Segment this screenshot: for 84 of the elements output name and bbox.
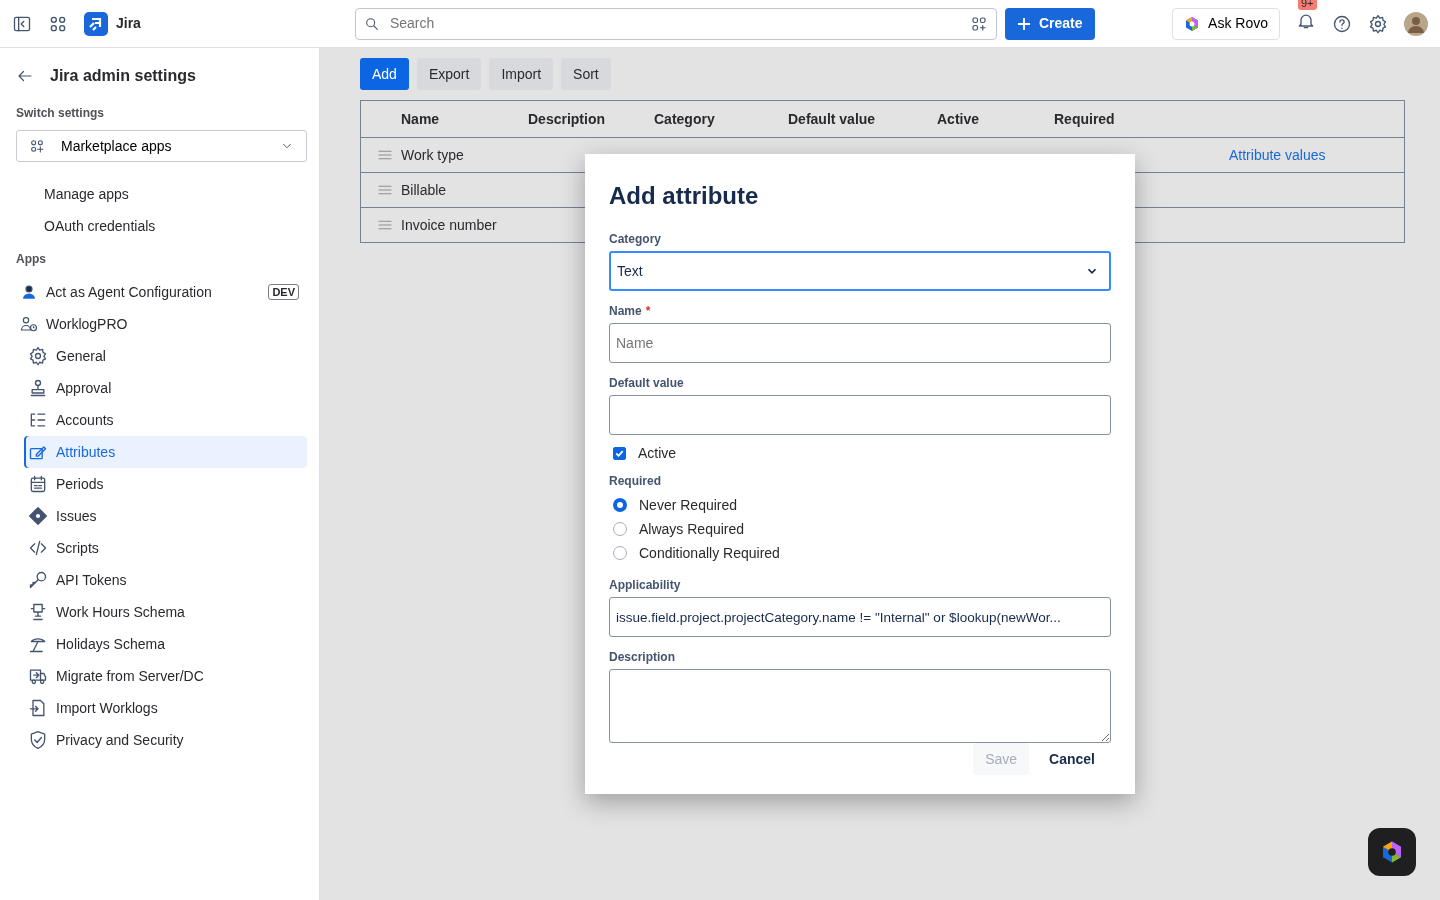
shield-check-icon (28, 730, 48, 750)
section-label: Apps (16, 251, 47, 268)
help-icon[interactable] (1332, 13, 1352, 34)
users-clock-icon (20, 315, 38, 333)
agent-icon (20, 283, 38, 301)
field-label: Required (609, 473, 662, 490)
field-label: Applicability (609, 577, 682, 594)
product-name[interactable]: Jira (116, 13, 141, 34)
table-cell-text: Work type (401, 145, 465, 165)
desk-icon (28, 602, 48, 622)
filter-grid-icon (969, 14, 988, 33)
radio-label: Conditionally Required (639, 543, 780, 563)
field-label: Default value (609, 375, 685, 392)
diamond-icon (28, 506, 48, 526)
create-button[interactable]: Create (1004, 7, 1095, 40)
settings-dropdown[interactable]: Marketplace apps (16, 130, 307, 162)
toolbar-button[interactable]: Add (360, 58, 409, 90)
field-label: Category (609, 231, 662, 248)
applicability-input[interactable]: issue.field.project.projectCategory.name != "Internal" or $lookup(newWor... (609, 597, 1111, 637)
sidebar-item[interactable]: Scripts (24, 532, 307, 564)
search-icon (363, 15, 380, 32)
gear-icon (28, 346, 48, 366)
radio-button[interactable] (613, 522, 627, 536)
cancel-button[interactable]: Cancel (1037, 743, 1107, 775)
calendar-icon (28, 474, 48, 494)
settings-icon[interactable] (1368, 13, 1388, 34)
field-label: Name (609, 303, 642, 320)
sidebar-item[interactable]: Attributes (24, 436, 307, 468)
column-header: Active (937, 109, 981, 129)
default-value-input[interactable] (609, 395, 1111, 435)
stamp-icon (28, 378, 48, 398)
category-select[interactable]: Text (609, 251, 1111, 291)
sidebar-item[interactable]: Act as Agent Configuration DEV (16, 276, 307, 308)
plus-icon (1016, 16, 1031, 31)
file-import-icon (28, 698, 48, 718)
sidebar-item[interactable]: API Tokens (24, 564, 307, 596)
apps-icon (29, 138, 45, 154)
required-asterisk: * (645, 303, 651, 320)
attribute-values-link[interactable]: Attribute values (1229, 144, 1404, 166)
toolbar-button[interactable]: Import (489, 58, 554, 90)
sidebar-item[interactable]: Migrate from Server/DC (24, 660, 307, 692)
key-icon (28, 570, 48, 590)
sidebar-item[interactable]: Holidays Schema (24, 628, 307, 660)
sidebar-item[interactable]: Privacy and Security (24, 724, 307, 756)
sidebar-item[interactable]: Issues (24, 500, 307, 532)
radio-label: Never Required (639, 495, 738, 515)
column-header: Default value (788, 109, 877, 129)
dev-badge: DEV (268, 284, 299, 300)
sidebar-item[interactable]: Import Worklogs (24, 692, 307, 724)
sidebar-item[interactable]: Work Hours Schema (24, 596, 307, 628)
name-input[interactable]: Name (609, 323, 1111, 363)
rovo-chat-button[interactable] (1368, 828, 1416, 876)
ask-rovo-button[interactable]: Ask Rovo (1172, 7, 1280, 40)
user-avatar[interactable] (1404, 11, 1428, 36)
sidebar-item[interactable]: WorklogPRO (16, 308, 307, 340)
section-label: Switch settings (16, 105, 105, 122)
sidebar-link[interactable]: OAuth credentials (16, 210, 307, 242)
sidebar-item[interactable]: Accounts (24, 404, 307, 436)
checkbox-label: Active (638, 444, 677, 463)
column-header: Description (528, 109, 606, 129)
active-checkbox[interactable] (613, 447, 626, 460)
table-cell-text: Invoice number (401, 215, 498, 235)
rovo-logo-icon (1380, 840, 1404, 864)
sidebar-item[interactable]: Approval (24, 372, 307, 404)
sidebar-title: Jira admin settings (50, 66, 196, 86)
description-textarea[interactable] (609, 669, 1111, 743)
field-label: Description (609, 649, 676, 666)
toolbar-button[interactable]: Export (416, 58, 482, 90)
toolbar-button[interactable]: Sort (561, 58, 611, 90)
radio-button[interactable] (613, 546, 627, 560)
search-field[interactable]: Search (354, 7, 997, 40)
table-cell-text: Billable (401, 180, 448, 200)
sidebar-item[interactable]: Periods (24, 468, 307, 500)
column-header: Name (401, 109, 441, 129)
column-header: Category (654, 109, 716, 129)
jira-logo-icon[interactable] (84, 11, 108, 36)
radio-label: Always Required (639, 519, 745, 539)
rovo-logo-icon (1184, 15, 1201, 32)
column-header: Required (1054, 109, 1116, 129)
dialog-title: Add attribute (609, 181, 760, 211)
sidebar-item[interactable]: General (24, 340, 307, 372)
code-icon (28, 538, 48, 558)
radio-button[interactable] (613, 498, 627, 512)
sidebar-link[interactable]: Manage apps (16, 178, 307, 210)
